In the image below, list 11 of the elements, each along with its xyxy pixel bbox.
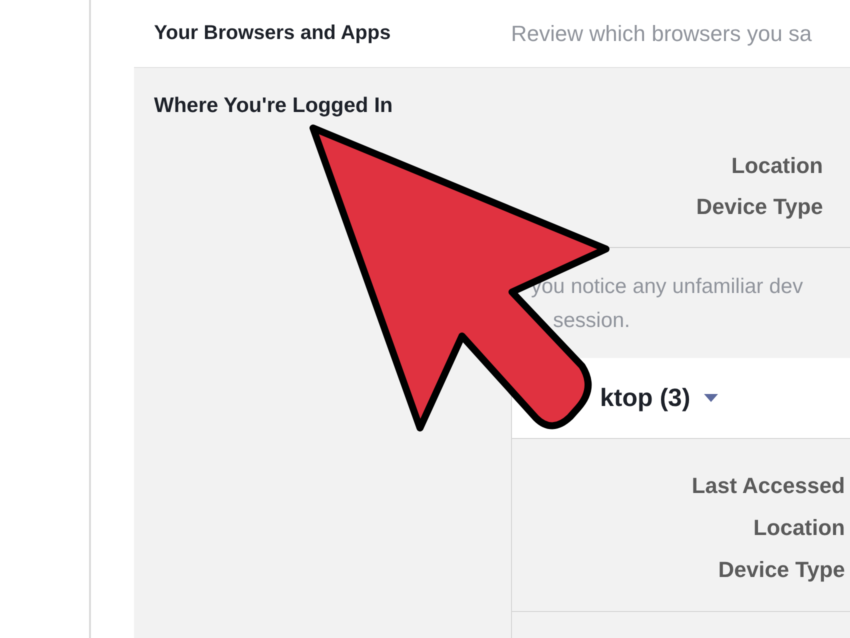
field-label: Device Type xyxy=(696,194,823,219)
field-label: Last Accessed xyxy=(692,473,845,498)
caret-icon[interactable] xyxy=(704,394,718,402)
section-description: Review which browsers you sa xyxy=(511,20,812,46)
section-title: Your Browsers and Apps xyxy=(154,22,392,45)
section-title: Where You're Logged In xyxy=(154,94,393,118)
field-label: Device Type xyxy=(718,557,845,582)
field-label: Location xyxy=(753,515,845,540)
field-label: Location xyxy=(731,153,823,178)
notice-text: session. xyxy=(553,309,630,332)
group-title: ktop (3) xyxy=(600,384,690,412)
